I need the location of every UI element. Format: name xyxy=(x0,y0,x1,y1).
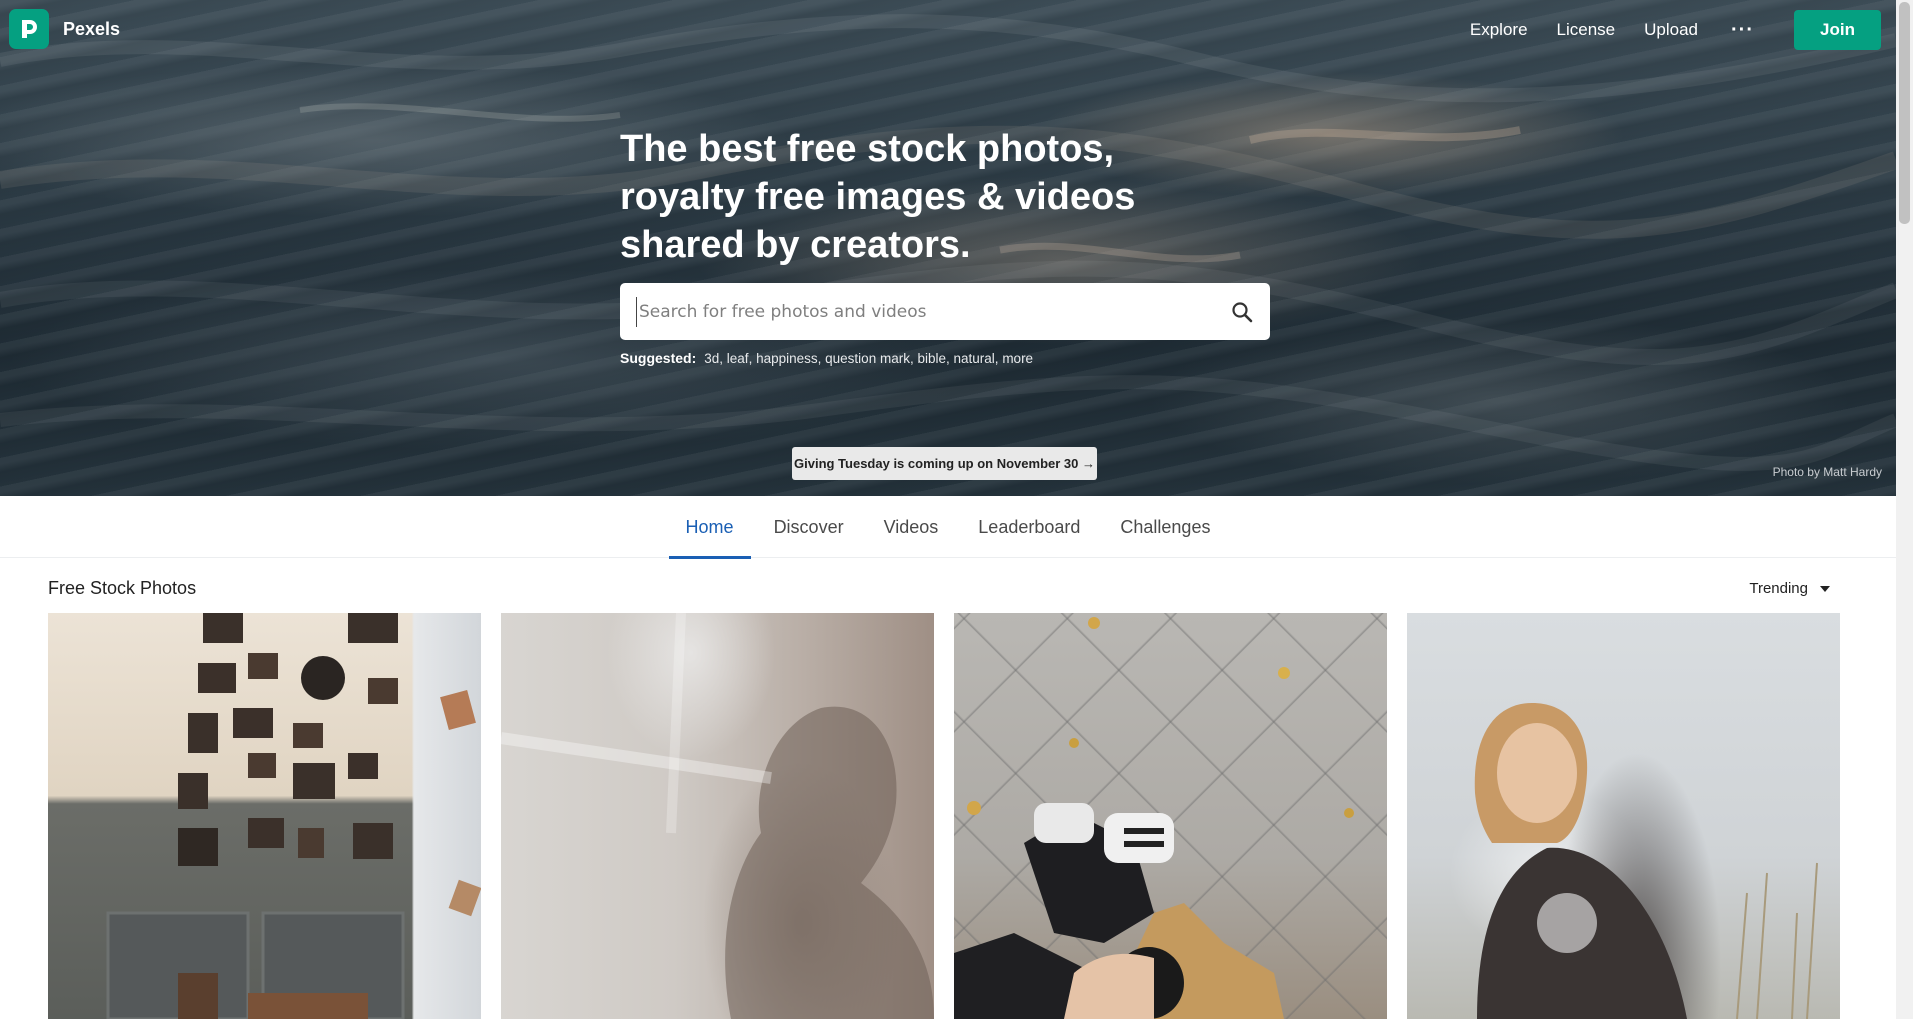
brand-name: Pexels xyxy=(63,18,121,39)
photo-card-shadow-silhouette[interactable] xyxy=(501,613,934,1019)
tab-home[interactable]: Home xyxy=(668,496,751,559)
suggested-tag[interactable]: natural xyxy=(954,351,995,366)
nav-explore-link[interactable]: Explore xyxy=(1470,20,1528,40)
more-menu-icon[interactable]: ··· xyxy=(1731,20,1754,40)
content-tabs: Home Discover Videos Leaderboard Challen… xyxy=(0,496,1896,559)
giving-tuesday-banner[interactable]: Giving Tuesday is coming up on November … xyxy=(792,447,1097,480)
suggested-tag[interactable]: leaf xyxy=(727,351,749,366)
nav-license-link[interactable]: License xyxy=(1557,20,1616,40)
tab-leaderboard[interactable]: Leaderboard xyxy=(961,496,1097,558)
suggested-label: Suggested: xyxy=(620,350,697,366)
photo-cafe-interior-image xyxy=(106,613,481,1019)
pexels-logo-icon xyxy=(9,9,49,49)
photo-card-smiling-woman[interactable] xyxy=(1407,613,1840,1019)
suggested-tag[interactable]: question mark xyxy=(825,351,910,366)
brand-home-link[interactable]: Pexels xyxy=(9,9,120,49)
photo-card-cafe-interior[interactable] xyxy=(48,613,481,1019)
section-title: Free Stock Photos xyxy=(48,578,197,598)
photo-smiling-woman-image xyxy=(1474,703,1818,1019)
hero-title: The best free stock photos, royalty free… xyxy=(620,128,1136,266)
top-navigation: Explore License Upload ··· Join xyxy=(1470,10,1881,50)
suggested-searches: Suggested: 3d, leaf, happiness, question… xyxy=(620,350,1033,366)
suggested-tag[interactable]: 3d xyxy=(704,351,719,366)
suggested-tag[interactable]: happiness xyxy=(756,351,818,366)
scrollbar-thumb[interactable] xyxy=(1899,2,1910,224)
photo-sneakers-coffee-image xyxy=(954,617,1354,1019)
sort-value: Trending xyxy=(1749,580,1808,597)
suggested-tags: 3d, leaf, happiness, question mark, bibl… xyxy=(704,351,1034,366)
sort-dropdown[interactable]: Trending xyxy=(1749,580,1830,597)
tab-discover[interactable]: Discover xyxy=(757,496,861,558)
hero-banner: Pexels Explore License Upload ··· Join T… xyxy=(0,0,1896,496)
search-input[interactable] xyxy=(636,296,1206,327)
tab-videos[interactable]: Videos xyxy=(867,496,956,558)
photo-credit-link[interactable]: Photo by Matt Hardy xyxy=(1773,465,1882,479)
chevron-down-icon xyxy=(1820,585,1830,592)
photo-shadow-silhouette-image xyxy=(501,613,934,1019)
photo-card-sneakers-coffee[interactable] xyxy=(954,613,1387,1019)
photo-grid xyxy=(48,613,1840,1019)
search-icon[interactable] xyxy=(1230,300,1254,324)
page-scrollbar[interactable] xyxy=(1896,0,1913,1019)
suggested-more-link[interactable]: more xyxy=(1002,351,1033,366)
suggested-tag[interactable]: bible xyxy=(917,351,946,366)
join-button[interactable]: Join xyxy=(1794,10,1881,50)
search-bar xyxy=(620,283,1270,340)
tab-challenges[interactable]: Challenges xyxy=(1103,496,1227,558)
nav-upload-link[interactable]: Upload xyxy=(1644,20,1698,40)
